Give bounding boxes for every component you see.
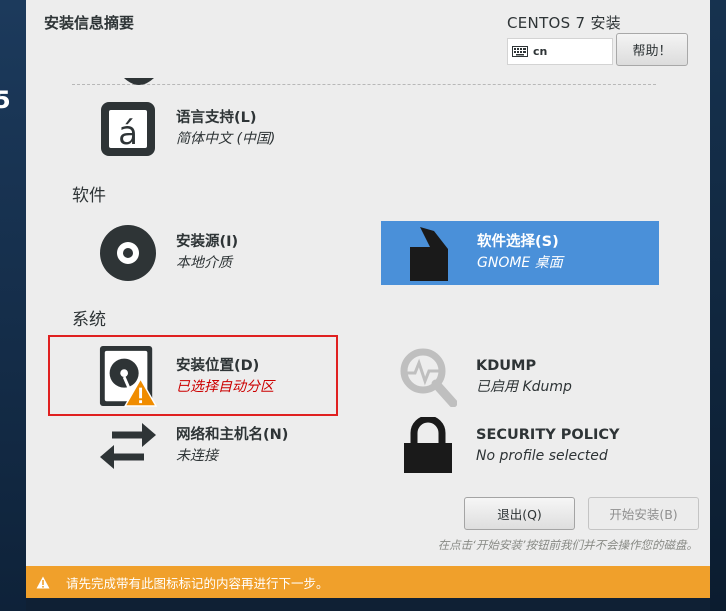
spoke-title: 语言支持(L): [176, 110, 257, 126]
section-title-software: 软件: [72, 186, 106, 206]
partial-icon: [124, 78, 154, 85]
spoke-network-hostname[interactable]: 网络和主机名(N) 未连接: [98, 415, 378, 477]
spoke-kdump[interactable]: KDUMP 已启用 Kdump: [398, 345, 678, 409]
spoke-status: 已启用 Kdump: [476, 379, 572, 395]
spoke-status: 未连接: [176, 448, 218, 464]
spoke-title: KDUMP: [476, 358, 537, 374]
spoke-title: SECURITY POLICY: [476, 427, 620, 443]
begin-installation-button[interactable]: 开始安装(B): [588, 497, 699, 530]
spoke-installation-source[interactable]: 安装源(I) 本地介质: [98, 222, 378, 284]
sidebar-brand: 5: [0, 86, 11, 114]
network-arrows-icon: [98, 416, 158, 476]
help-button[interactable]: 帮助！: [616, 33, 688, 66]
main-panel: 安装信息摘要 CENTOS 7 安装 cn 帮助！ á 语言支持(L) 简体中文…: [26, 0, 710, 611]
disc-icon: [98, 223, 158, 283]
lock-icon: [398, 416, 458, 476]
spoke-status: 已选择自动分区: [176, 379, 274, 395]
keyboard-layout-label: cn: [533, 45, 548, 58]
spoke-title: 软件选择(S): [477, 234, 559, 250]
warning-message: 请先完成带有此图标标记的内容再进行下一步。: [66, 575, 329, 591]
warning-bar: 请先完成带有此图标标记的内容再进行下一步。: [26, 566, 710, 598]
keyboard-icon: [512, 46, 528, 57]
spoke-software-selection[interactable]: 软件选择(S) GNOME 桌面: [381, 221, 659, 285]
keyboard-layout-indicator[interactable]: cn: [507, 38, 613, 65]
spoke-language-support[interactable]: á 语言支持(L) 简体中文 (中国): [98, 98, 378, 160]
screen-bottom-edge: [26, 598, 710, 611]
page-title: 安装信息摘要: [44, 14, 135, 32]
section-title-system: 系统: [72, 310, 106, 330]
harddisk-warning-icon: [98, 346, 158, 407]
package-icon: [399, 223, 459, 283]
divider: [72, 84, 656, 85]
spoke-status: 简体中文 (中国): [176, 131, 276, 147]
spoke-installation-destination[interactable]: 安装位置(D) 已选择自动分区: [98, 345, 378, 409]
quit-button[interactable]: 退出(Q): [464, 497, 575, 530]
warning-icon: [36, 576, 50, 588]
spoke-status: 本地介质: [176, 255, 232, 271]
spoke-status: GNOME 桌面: [477, 255, 563, 271]
spoke-title: 安装位置(D): [176, 358, 260, 374]
spoke-title: 安装源(I): [176, 234, 239, 250]
spoke-status: No profile selected: [476, 448, 608, 464]
svg-text:á: á: [118, 114, 138, 152]
magnifier-icon: [398, 347, 458, 407]
sidebar: 5: [0, 0, 26, 611]
disk-hint: 在点击‘开始安装’按钮前我们并不会操作您的磁盘。: [437, 538, 698, 552]
right-background-strip: [710, 0, 726, 611]
spoke-title: 网络和主机名(N): [176, 427, 289, 443]
product-title: CENTOS 7 安装: [507, 14, 622, 32]
spoke-security-policy[interactable]: SECURITY POLICY No profile selected: [398, 415, 678, 477]
language-icon: á: [98, 99, 158, 159]
